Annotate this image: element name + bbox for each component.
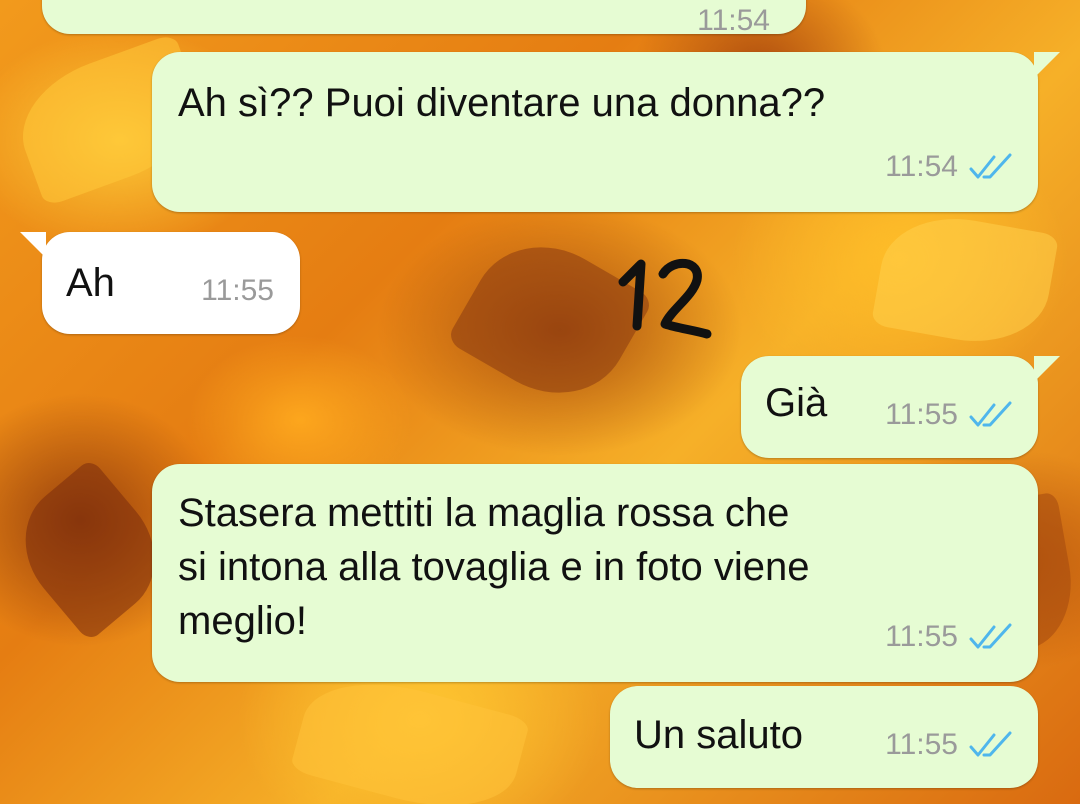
message-meta: 11:55 <box>885 718 1014 772</box>
message-bubble-outgoing[interactable]: Ah sì?? Puoi diventare una donna?? 11:54 <box>152 52 1060 212</box>
message-time: 11:55 <box>201 274 274 307</box>
message-bubble-outgoing[interactable]: Già 11:55 <box>741 356 1060 458</box>
message-bubble-outgoing[interactable]: Un saluto 11:55 <box>610 686 1038 788</box>
message-meta: 11:54 <box>885 140 1014 194</box>
read-icon <box>969 731 1012 757</box>
read-icon <box>969 401 1012 427</box>
message-meta: 11:55 <box>201 264 274 318</box>
message-bubble-incoming[interactable]: Ah 11:55 <box>20 232 300 334</box>
bubble-tail <box>1034 356 1060 382</box>
background-leaf <box>289 663 531 804</box>
message-bubble-outgoing[interactable]: 11:54 <box>42 0 806 37</box>
bubble-tail <box>20 232 46 258</box>
message-bubble-outgoing[interactable]: Stasera mettiti la maglia rossa che si i… <box>152 464 1038 682</box>
message-time: 11:55 <box>885 620 958 653</box>
read-icon <box>969 623 1012 649</box>
message-meta: 11:55 <box>885 388 1014 442</box>
message-time: 11:55 <box>885 398 958 431</box>
message-meta: 11:55 <box>885 610 1014 664</box>
message-text: Già <box>765 381 828 425</box>
message-text: Stasera mettiti la maglia rossa che si i… <box>178 491 810 643</box>
bubble-tail <box>1034 52 1060 78</box>
message-time: 11:55 <box>885 728 958 761</box>
message-text: Un saluto <box>634 713 803 757</box>
handwritten-number-label: 12 <box>615 252 617 253</box>
message-text: Ah sì?? Puoi diventare una donna?? <box>178 81 826 125</box>
message-text: Ah <box>66 261 115 305</box>
background-leaf <box>870 206 1060 354</box>
message-meta: 11:54 <box>697 0 770 48</box>
message-time: 11:54 <box>697 4 770 37</box>
handwritten-number: 12 <box>615 252 712 339</box>
read-icon <box>969 153 1012 179</box>
message-time: 11:54 <box>885 150 958 183</box>
